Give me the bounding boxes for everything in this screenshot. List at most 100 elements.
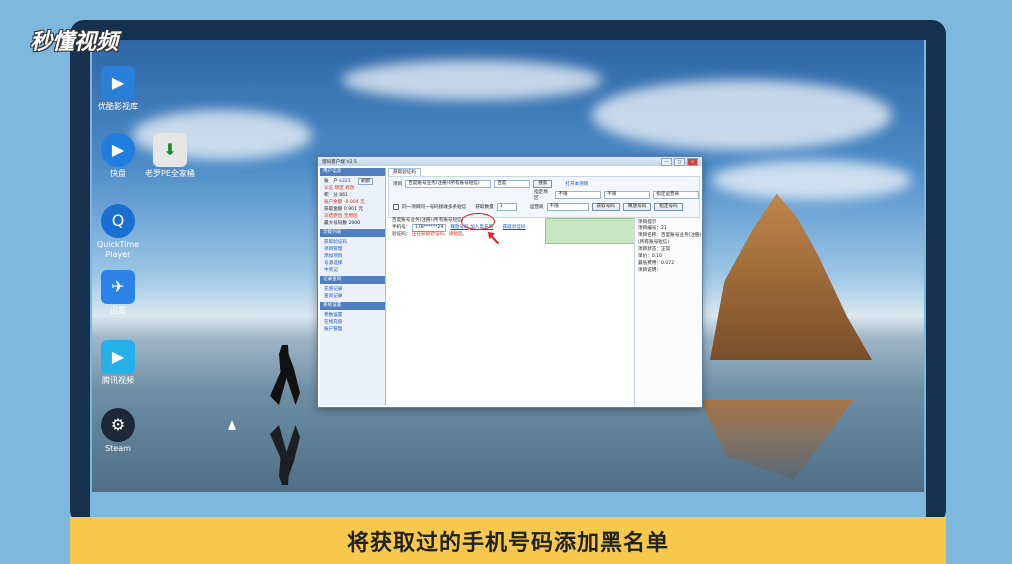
tencent-video-icon: ▶: [101, 340, 135, 374]
quicktime-icon: Q: [101, 204, 135, 238]
points-label: 积 分: [324, 193, 338, 198]
function-list: 获取验证码 项目管理 添加项目 号源选择 中奖记: [320, 237, 385, 276]
menu-item-get-code[interactable]: 获取验证码: [324, 239, 381, 246]
province-select[interactable]: 不限: [555, 190, 602, 199]
desktop-icon-installer[interactable]: ⬇ 老罗PE全家桶: [138, 133, 202, 179]
balance-label: 账户余额: [324, 200, 343, 205]
sms-content-box: [545, 218, 635, 244]
menu-item-query-record[interactable]: 查询记录: [324, 293, 381, 300]
province-label: 指定地区: [534, 189, 548, 201]
function-list-header[interactable]: 功能列表: [320, 229, 385, 237]
project-info-line: (所有账号短信): [638, 240, 670, 245]
freeze-row: 冻结原因 无原因: [324, 213, 381, 220]
player-icon: ▶: [101, 133, 135, 167]
installer-icon: ⬇: [153, 133, 187, 167]
code-row: 验证码： 正在获取验证码，请稍后。: [388, 231, 544, 238]
account-label: 账 户: [324, 179, 338, 184]
cloud: [592, 80, 892, 150]
menu-item-number-source[interactable]: 号源选择: [324, 260, 381, 267]
system-settings-list: 参数设置 在线充值 账户管理: [320, 310, 385, 335]
account-actions[interactable]: 认证 绑定 修改: [324, 185, 381, 192]
minimize-button[interactable]: —: [661, 157, 672, 166]
phone-label: 手机号：: [392, 225, 411, 230]
desktop-icon-label: 腾讯视频: [102, 376, 134, 385]
count-input[interactable]: 1: [496, 202, 517, 211]
account-row: 账 户 k321 刷新: [324, 178, 381, 185]
project-select[interactable]: 百度账号业务(注册)(所有账号短信): [405, 179, 492, 188]
desktop-icon-thunder[interactable]: ✈ 迅雷: [86, 270, 150, 316]
mouse-cursor-icon: [228, 420, 236, 430]
menu-item-recharge-record[interactable]: 充值记录: [324, 286, 381, 293]
record-query-header[interactable]: 记录查询: [320, 276, 385, 284]
search-button[interactable]: 搜索: [533, 179, 553, 188]
max-numbers-row: 最大号码数 2000: [324, 220, 381, 227]
project-info-line: 项目编号：21: [638, 226, 667, 231]
menu-item-online-recharge[interactable]: 在线充值: [324, 319, 381, 326]
balance-row: 账户余额 -0.004 元: [324, 199, 381, 206]
desktop-icon-label: 老罗PE全家桶: [145, 169, 195, 178]
open-project-link[interactable]: 打开本项目: [565, 181, 588, 187]
cloud: [342, 60, 602, 100]
code-status: 正在获取验证码，请稍后。: [411, 232, 467, 237]
desktop-icon-label: 迅雷: [110, 306, 126, 315]
toolbar: 项目 百度账号业务(注册)(所有账号短信) 百度 搜索 打开本项目 指定地区 不…: [388, 176, 700, 218]
sea-rock-reflection: [700, 400, 854, 480]
operator-dropdown[interactable]: 指定运营商: [653, 190, 700, 199]
freeze-value: 无原因: [343, 214, 358, 219]
subtitle-caption: 将获取过的手机号码添加黑名单: [70, 517, 946, 564]
menu-item-project-manage[interactable]: 项目管理: [324, 246, 381, 253]
system-settings-header[interactable]: 系统设置: [320, 302, 385, 310]
spent-row: 获取金额 0.901 元: [324, 206, 381, 213]
steam-icon: ⚙: [101, 408, 135, 442]
release-number-button[interactable]: 释放号码: [622, 202, 652, 211]
desktop-icon-quicktime[interactable]: Q QuickTime Player: [86, 204, 150, 260]
project-info-panel: 项目提示 项目编号：21 项目名称：百度账号业务(注册) (所有账号短信) 项目…: [634, 218, 702, 405]
city-select[interactable]: 不限: [604, 190, 651, 199]
balance-value: -0.004 元: [343, 200, 365, 205]
project-label: 项目: [393, 181, 403, 187]
menu-item-params[interactable]: 参数设置: [324, 312, 381, 319]
same-number-checkbox-label: 同一项目同一号码接收多条短信: [402, 204, 467, 210]
record-query-list: 充值记录 查询记录: [320, 284, 385, 302]
project-info-line: 项目名称：百度账号业务(注册): [638, 233, 702, 238]
toolbar-row-region: 指定地区 不限 不限 指定运营商: [534, 189, 700, 201]
thunder-icon: ✈: [101, 270, 135, 304]
menu-item-account-manage[interactable]: 账户管理: [324, 326, 381, 333]
max-numbers-label: 最大号码数: [324, 221, 347, 226]
project-search-input[interactable]: 百度: [494, 179, 531, 188]
close-button[interactable]: ×: [687, 157, 698, 166]
desktop-icon-steam[interactable]: ⚙ Steam: [86, 408, 150, 454]
cloud: [712, 160, 912, 200]
tab-get-code[interactable]: 获取验证码: [388, 168, 421, 176]
runner-silhouette: [270, 345, 300, 405]
get-code-link[interactable]: 获取验证码: [503, 225, 526, 230]
sidebar: 用户信息 账 户 k321 刷新 认证 绑定 修改 积 分 861 账户余额 -…: [320, 168, 386, 405]
get-number-button[interactable]: 获取号码: [591, 202, 620, 211]
count-label: 获取数量: [475, 204, 494, 210]
refresh-button[interactable]: 刷新: [358, 178, 374, 185]
window-titlebar[interactable]: 猎码客户端 V2.5 — □ ×: [318, 157, 702, 166]
desktop-icon-tencent-video[interactable]: ▶ 腾讯视频: [86, 340, 150, 386]
menu-item-add-project[interactable]: 添加项目: [324, 253, 381, 260]
highlight-circle: [461, 213, 495, 230]
app-window: 猎码客户端 V2.5 — □ × 用户信息 账 户 k321 刷新 认证 绑定 …: [317, 156, 703, 408]
window-title: 猎码客户端 V2.5: [322, 159, 357, 165]
max-numbers-value: 2000: [348, 221, 361, 226]
spent-value: 0.901 元: [343, 207, 364, 212]
watermark-logo: 秒懂视频: [30, 30, 119, 55]
desktop-icon-label: Steam: [105, 444, 131, 453]
toolbar-row-project: 项目 百度账号业务(注册)(所有账号短信) 百度 搜索 打开本项目: [393, 179, 588, 188]
account-value: k321: [339, 179, 351, 184]
specify-number-button[interactable]: 指定号码: [654, 202, 683, 211]
project-info-line: 单价：0.10: [638, 254, 663, 259]
operator-label: 运营商: [529, 204, 544, 210]
toolbar-row-options: 同一项目同一号码接收多条短信 获取数量 1 运营商 不限 获取号码 释放号码 指…: [393, 202, 683, 211]
project-info-line: 项目说明：: [638, 268, 661, 273]
operator-select[interactable]: 不限: [546, 202, 589, 211]
points-value: 861: [339, 193, 349, 198]
maximize-button[interactable]: □: [674, 157, 685, 166]
menu-item-prize-record[interactable]: 中奖记: [324, 267, 381, 274]
desktop-icon-youku[interactable]: ▶ 优酷影视库: [86, 66, 150, 112]
spent-label: 获取金额: [324, 207, 343, 212]
same-number-checkbox[interactable]: [393, 203, 399, 210]
